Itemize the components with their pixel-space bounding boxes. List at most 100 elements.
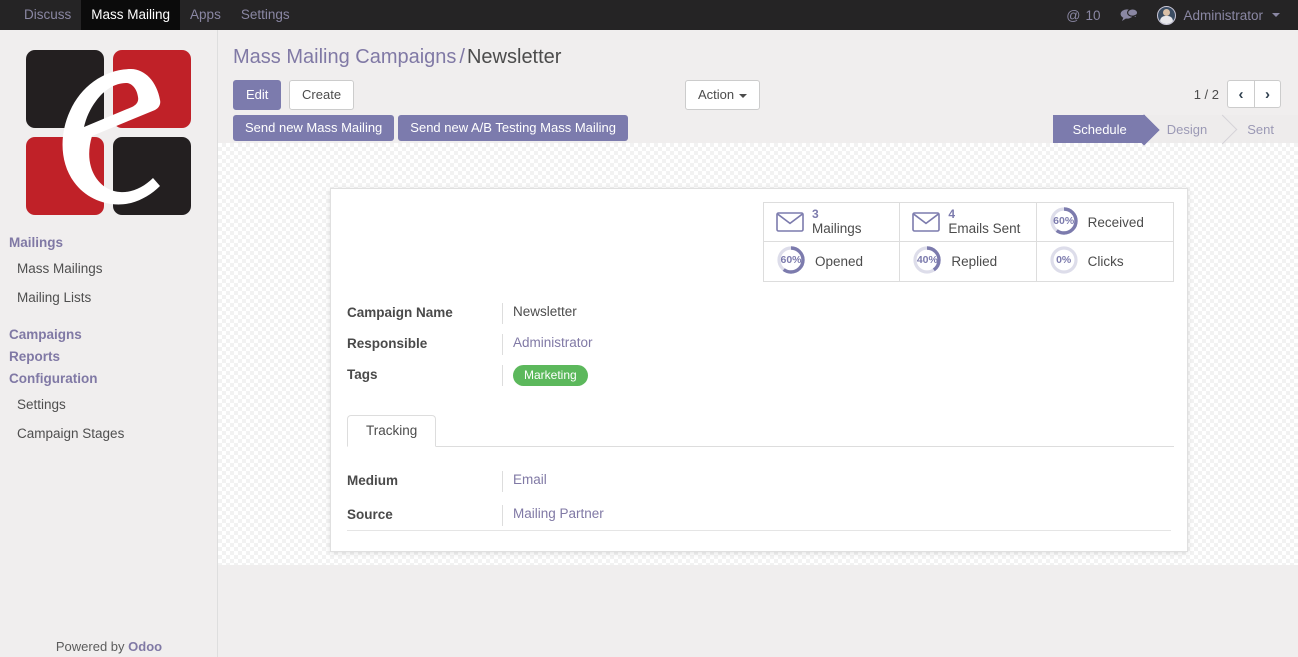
- pager-buttons: ‹ ›: [1227, 80, 1281, 108]
- sidebar-item-campaign-stages[interactable]: Campaign Stages: [0, 419, 217, 448]
- tag-badge-marketing[interactable]: Marketing: [513, 365, 588, 386]
- sidebar-menu: Mailings Mass Mailings Mailing Lists Cam…: [0, 220, 217, 448]
- powered-by-text: Powered by: [55, 639, 129, 654]
- statusbar-action-buttons: Send new Mass Mailing Send new A/B Testi…: [233, 115, 628, 141]
- navbar-menu-list: Discuss Mass Mailing Apps Settings: [0, 0, 300, 30]
- field-label: Medium: [347, 473, 399, 488]
- field-medium: Medium Email: [347, 471, 847, 492]
- donut-icon: 40%: [912, 245, 942, 278]
- stat-label: Emails Sent: [948, 221, 1021, 237]
- field-value[interactable]: Email: [502, 471, 847, 492]
- form-sheet: 3 Mailings 4 Emails Sent 60% Received 60…: [330, 188, 1188, 552]
- donut-icon: 0%: [1049, 245, 1079, 278]
- nav-item-discuss[interactable]: Discuss: [14, 0, 81, 30]
- field-value: Newsletter: [502, 303, 847, 324]
- stat-button-clicks[interactable]: 0% Clicks: [1037, 242, 1173, 281]
- notebook-tab-list: Tracking: [347, 411, 1174, 447]
- chevron-right-icon[interactable]: ›: [1254, 80, 1281, 108]
- stat-label: Received: [1087, 214, 1144, 230]
- chat-bubble-icon[interactable]: [1109, 8, 1149, 22]
- stat-button-mailings[interactable]: 3 Mailings: [764, 203, 901, 242]
- breadcrumb-parent[interactable]: Mass Mailing Campaigns: [233, 46, 456, 68]
- nav-item-settings[interactable]: Settings: [231, 0, 300, 30]
- stat-label: Replied: [951, 254, 998, 269]
- stat-button-replied[interactable]: 40% Replied: [900, 242, 1037, 281]
- field-value[interactable]: Administrator: [502, 334, 847, 355]
- status-bar: Send new Mass Mailing Send new A/B Testi…: [218, 115, 1298, 143]
- action-menu-label: Action: [698, 87, 735, 102]
- sidebar-section-campaigns[interactable]: Campaigns: [0, 324, 217, 346]
- stat-buttons-box: 3 Mailings 4 Emails Sent 60% Received 60…: [763, 202, 1174, 282]
- navbar-systray: @ 10 Administrator: [1057, 0, 1298, 30]
- field-label: Tags: [347, 367, 378, 382]
- send-new-ab-testing-mass-mailing-button[interactable]: Send new A/B Testing Mass Mailing: [398, 115, 628, 141]
- field-tags: Tags Marketing: [347, 365, 847, 386]
- stat-label: Clicks: [1087, 254, 1124, 269]
- avatar: [1157, 5, 1177, 25]
- field-campaign-name: Campaign Name Newsletter: [347, 303, 847, 324]
- form-fields: Campaign Name Newsletter Responsible Adm…: [347, 303, 847, 396]
- sidebar-item-mailing-lists[interactable]: Mailing Lists: [0, 283, 217, 312]
- donut-percent-label: 60%: [1053, 214, 1075, 227]
- notebook-page-tracking: Medium Email Source Mailing Partner: [347, 447, 847, 526]
- caret-down-icon: [739, 93, 748, 98]
- control-panel-buttons: Edit Create Action 1 / 2 ‹ ›: [218, 80, 1298, 110]
- main-content: Mass Mailing Campaigns / Newsletter Edit C…: [218, 30, 1298, 657]
- odoo-brand-link[interactable]: Odoo: [128, 639, 162, 654]
- company-logo: [23, 47, 194, 220]
- breadcrumb-separator: /: [459, 46, 465, 68]
- tab-tracking[interactable]: Tracking: [347, 414, 437, 447]
- stat-label: Mailings: [812, 221, 862, 237]
- field-source: Source Mailing Partner: [347, 505, 847, 526]
- stat-text: 4 Emails Sent: [948, 206, 1021, 237]
- field-value[interactable]: Mailing Partner: [502, 505, 847, 526]
- sidebar-section-mailings[interactable]: Mailings: [0, 232, 217, 254]
- logo-letter-e-icon: [62, 69, 161, 205]
- sidebar-section-reports[interactable]: Reports: [0, 346, 217, 368]
- nav-item-mass-mailing[interactable]: Mass Mailing: [81, 0, 181, 30]
- sidebar-item-mass-mailings[interactable]: Mass Mailings: [0, 254, 217, 283]
- field-label: Campaign Name: [347, 305, 453, 320]
- donut-icon: 60%: [1049, 206, 1079, 239]
- stat-button-received[interactable]: 60% Received: [1036, 203, 1173, 242]
- edit-button[interactable]: Edit: [233, 80, 282, 110]
- sidebar: Mailings Mass Mailings Mailing Lists Cam…: [0, 30, 218, 657]
- stat-button-opened[interactable]: 60% Opened: [764, 242, 901, 281]
- stat-text: 3 Mailings: [812, 206, 862, 237]
- stat-button-emails-sent[interactable]: 4 Emails Sent: [900, 203, 1037, 242]
- breadcrumb-current: Newsletter: [466, 46, 562, 68]
- logo-container: [0, 30, 217, 220]
- stat-label: Opened: [815, 254, 864, 269]
- envelope-icon: [776, 212, 804, 232]
- stat-value: 4: [948, 206, 956, 221]
- mentions-indicator[interactable]: @ 10: [1057, 7, 1109, 23]
- nav-item-apps[interactable]: Apps: [180, 0, 231, 30]
- stat-value: 3: [812, 206, 819, 221]
- bottom-strip: [218, 565, 1298, 657]
- powered-by-footer: Powered by Odoo: [0, 639, 218, 657]
- sheet-divider: [347, 530, 1171, 531]
- sidebar-section-configuration[interactable]: Configuration: [0, 368, 217, 390]
- send-new-mass-mailing-button[interactable]: Send new Mass Mailing: [233, 115, 395, 141]
- envelope-icon: [912, 212, 941, 232]
- form-background: 3 Mailings 4 Emails Sent 60% Received 60…: [218, 143, 1298, 565]
- stage-schedule[interactable]: Schedule: [1052, 115, 1145, 143]
- notebook: Tracking Medium Email Source Mailing Par…: [347, 411, 1174, 539]
- statusbar-stages: Schedule Design Sent: [1052, 115, 1298, 143]
- pager: 1 / 2 ‹ ›: [1194, 80, 1281, 108]
- control-panel: Mass Mailing Campaigns / Newsletter Edit C…: [218, 30, 1298, 143]
- user-name: Administrator: [1183, 7, 1263, 23]
- at-icon: @: [1066, 7, 1081, 23]
- top-navbar: Discuss Mass Mailing Apps Settings @ 10 …: [0, 0, 1298, 30]
- action-menu-button[interactable]: Action: [685, 80, 761, 110]
- field-label: Source: [347, 507, 393, 522]
- field-value: Marketing: [502, 365, 847, 386]
- sidebar-item-settings[interactable]: Settings: [0, 390, 217, 419]
- caret-down-icon: [1272, 13, 1280, 17]
- user-menu[interactable]: Administrator: [1149, 5, 1286, 25]
- create-button[interactable]: Create: [289, 80, 355, 110]
- donut-percent-label: 60%: [780, 254, 802, 266]
- breadcrumb: Mass Mailing Campaigns / Newsletter: [218, 30, 1298, 70]
- pager-count: 1 / 2: [1193, 86, 1219, 102]
- chevron-left-icon[interactable]: ‹: [1227, 80, 1254, 108]
